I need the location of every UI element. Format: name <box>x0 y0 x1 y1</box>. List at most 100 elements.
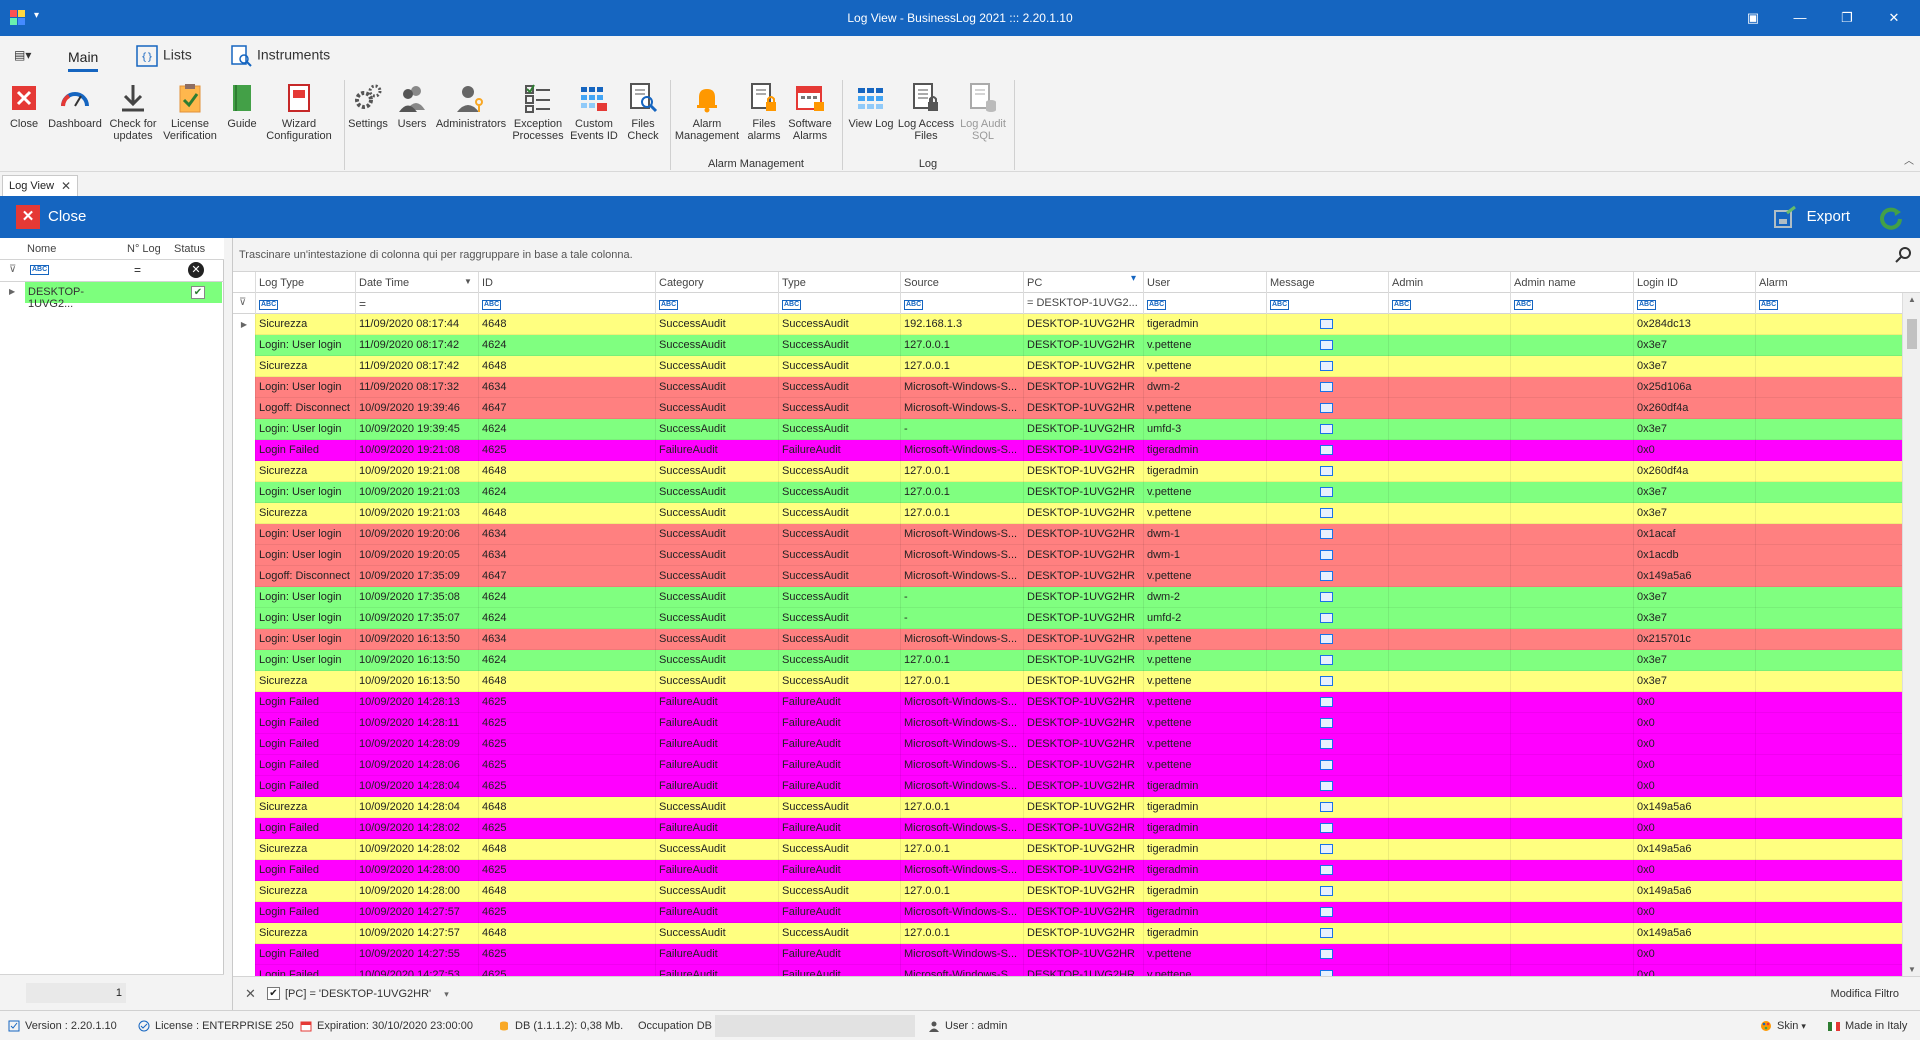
column-header-admin[interactable]: Admin <box>1388 272 1510 293</box>
row-indicator[interactable] <box>233 860 255 881</box>
collapse-ribbon-icon[interactable]: ︿ <box>1904 152 1914 167</box>
expand-row-icon[interactable]: ▶ <box>9 287 15 296</box>
message-icon[interactable] <box>1320 781 1333 791</box>
row-indicator[interactable] <box>233 797 255 818</box>
filter-history-dropdown-icon[interactable]: ▾ <box>444 989 449 999</box>
view-log-button[interactable]: View Log <box>846 82 896 130</box>
row-indicator[interactable] <box>233 734 255 755</box>
table-row[interactable]: Sicurezza 10/09/2020 19:21:08 4648 SuccessA… <box>233 461 1903 482</box>
table-row[interactable]: Sicurezza 10/09/2020 14:28:02 4648 SuccessA… <box>233 839 1903 860</box>
log-access-files-button[interactable]: Log Access Files <box>896 82 956 142</box>
column-header-admin-name[interactable]: Admin name <box>1510 272 1633 293</box>
message-icon[interactable] <box>1320 844 1333 854</box>
row-indicator[interactable] <box>233 503 255 524</box>
message-icon[interactable] <box>1320 718 1333 728</box>
row-indicator[interactable] <box>233 524 255 545</box>
message-icon[interactable] <box>1320 466 1333 476</box>
filter-cell-category[interactable]: ABC <box>655 293 778 314</box>
tab-lists[interactable]: {} Lists <box>136 45 192 67</box>
table-row[interactable]: Sicurezza 10/09/2020 16:13:50 4648 SuccessA… <box>233 671 1903 692</box>
files-check-button[interactable]: Files Check <box>624 82 662 142</box>
column-header-alarm[interactable]: Alarm <box>1755 272 1885 293</box>
column-header-type[interactable]: Type <box>778 272 900 293</box>
row-indicator[interactable] <box>233 839 255 860</box>
message-icon[interactable] <box>1320 886 1333 896</box>
minimize-button[interactable]: — <box>1777 4 1823 32</box>
tab-log-view[interactable]: Log View ✕ <box>2 175 78 196</box>
table-row[interactable]: Login: User login 10/09/2020 19:20:06 4634… <box>233 524 1903 545</box>
message-icon[interactable] <box>1320 823 1333 833</box>
row-indicator[interactable] <box>233 923 255 944</box>
nlog-filter-operator[interactable]: = <box>134 263 141 277</box>
message-icon[interactable] <box>1320 928 1333 938</box>
status-filter-clear-icon[interactable]: ✕ <box>188 262 204 278</box>
status-checkbox-icon[interactable]: ✔ <box>191 286 205 299</box>
filter-cell-pc[interactable]: = DESKTOP-1UVG2... <box>1023 293 1143 314</box>
row-indicator[interactable] <box>233 629 255 650</box>
message-icon[interactable] <box>1320 697 1333 707</box>
message-icon[interactable] <box>1320 424 1333 434</box>
column-header-date-time[interactable]: Date Time <box>355 272 478 293</box>
scroll-down-icon[interactable]: ▼ <box>1903 965 1920 974</box>
filter-cell-source[interactable]: ABC <box>900 293 1023 314</box>
export-button[interactable]: Export <box>1773 205 1850 229</box>
filter-cell-admin-name[interactable]: ABC <box>1510 293 1633 314</box>
tab-main[interactable]: Main <box>68 49 99 72</box>
filter-cell-login-id[interactable]: ABC <box>1633 293 1755 314</box>
column-filter-active-icon[interactable]: ▾ <box>1131 273 1136 284</box>
table-row[interactable]: Login: User login 10/09/2020 19:20:05 4634… <box>233 545 1903 566</box>
message-icon[interactable] <box>1320 445 1333 455</box>
table-row[interactable]: Login Failed 10/09/2020 14:28:09 4625 Failu… <box>233 734 1903 755</box>
row-indicator[interactable] <box>233 818 255 839</box>
row-indicator[interactable] <box>233 713 255 734</box>
message-icon[interactable] <box>1320 907 1333 917</box>
table-row[interactable]: Sicurezza 10/09/2020 14:28:00 4648 SuccessA… <box>233 881 1903 902</box>
row-indicator[interactable] <box>233 335 255 356</box>
exception-processes-button[interactable]: Exception Processes <box>510 82 566 142</box>
custom-events-id-button[interactable]: Custom Events ID <box>566 82 622 142</box>
row-indicator[interactable] <box>233 566 255 587</box>
row-indicator[interactable] <box>233 650 255 671</box>
table-row[interactable]: Login Failed 10/09/2020 14:27:55 4625 Failu… <box>233 944 1903 965</box>
search-icon[interactable] <box>1895 246 1913 264</box>
table-row[interactable]: Sicurezza 10/09/2020 19:21:03 4648 SuccessA… <box>233 503 1903 524</box>
table-row[interactable]: Login Failed 10/09/2020 14:28:11 4625 Failu… <box>233 713 1903 734</box>
message-icon[interactable] <box>1320 382 1333 392</box>
row-indicator[interactable] <box>233 608 255 629</box>
ribbon-display-options-icon[interactable]: ▣ <box>1730 4 1776 32</box>
check-updates-button[interactable]: Check for updates <box>106 82 160 142</box>
row-indicator[interactable] <box>233 776 255 797</box>
filter-cell-user[interactable]: ABC <box>1143 293 1266 314</box>
filter-cell-id[interactable]: ABC <box>478 293 655 314</box>
table-row[interactable]: Login Failed 10/09/2020 14:28:06 4625 Failu… <box>233 755 1903 776</box>
message-icon[interactable] <box>1320 592 1333 602</box>
license-verification-button[interactable]: License Verification <box>162 82 218 142</box>
filter-cell-date-time[interactable]: = <box>355 293 478 314</box>
scroll-up-icon[interactable]: ▲ <box>1903 295 1920 304</box>
application-menu-icon[interactable]: ▤▾ <box>14 48 31 62</box>
table-row[interactable]: Sicurezza 11/09/2020 08:17:42 4648 SuccessA… <box>233 356 1903 377</box>
message-icon[interactable] <box>1320 319 1333 329</box>
message-icon[interactable] <box>1320 865 1333 875</box>
table-row[interactable]: Login: User login 11/09/2020 08:17:42 4624… <box>233 335 1903 356</box>
table-row[interactable]: Login: User login 11/09/2020 08:17:32 4634… <box>233 377 1903 398</box>
refresh-icon[interactable] <box>1878 205 1904 231</box>
table-row[interactable]: ▶ Sicurezza 11/09/2020 08:17:44 4648 Success… <box>233 314 1903 335</box>
table-row[interactable]: Sicurezza 10/09/2020 14:28:04 4648 SuccessA… <box>233 797 1903 818</box>
message-icon[interactable] <box>1320 634 1333 644</box>
row-indicator[interactable]: ▶ <box>233 314 255 335</box>
table-row[interactable]: Login Failed 10/09/2020 14:28:04 4625 Failu… <box>233 776 1903 797</box>
column-header-id[interactable]: ID <box>478 272 655 293</box>
message-icon[interactable] <box>1320 655 1333 665</box>
guide-button[interactable]: Guide <box>222 82 262 130</box>
modifica-filtro-link[interactable]: Modifica Filtro <box>1831 988 1899 1000</box>
message-icon[interactable] <box>1320 949 1333 959</box>
table-row[interactable]: Logoff: Disconnect 10/09/2020 19:39:46 464… <box>233 398 1903 419</box>
pc-list-row[interactable]: ▶ DESKTOP-1UVG2... ✔ <box>0 282 224 310</box>
row-indicator[interactable] <box>233 461 255 482</box>
row-indicator[interactable] <box>233 944 255 965</box>
message-icon[interactable] <box>1320 529 1333 539</box>
row-indicator[interactable] <box>233 440 255 461</box>
vertical-scrollbar[interactable]: ▲ ▼ <box>1902 293 1920 976</box>
row-indicator[interactable] <box>233 671 255 692</box>
